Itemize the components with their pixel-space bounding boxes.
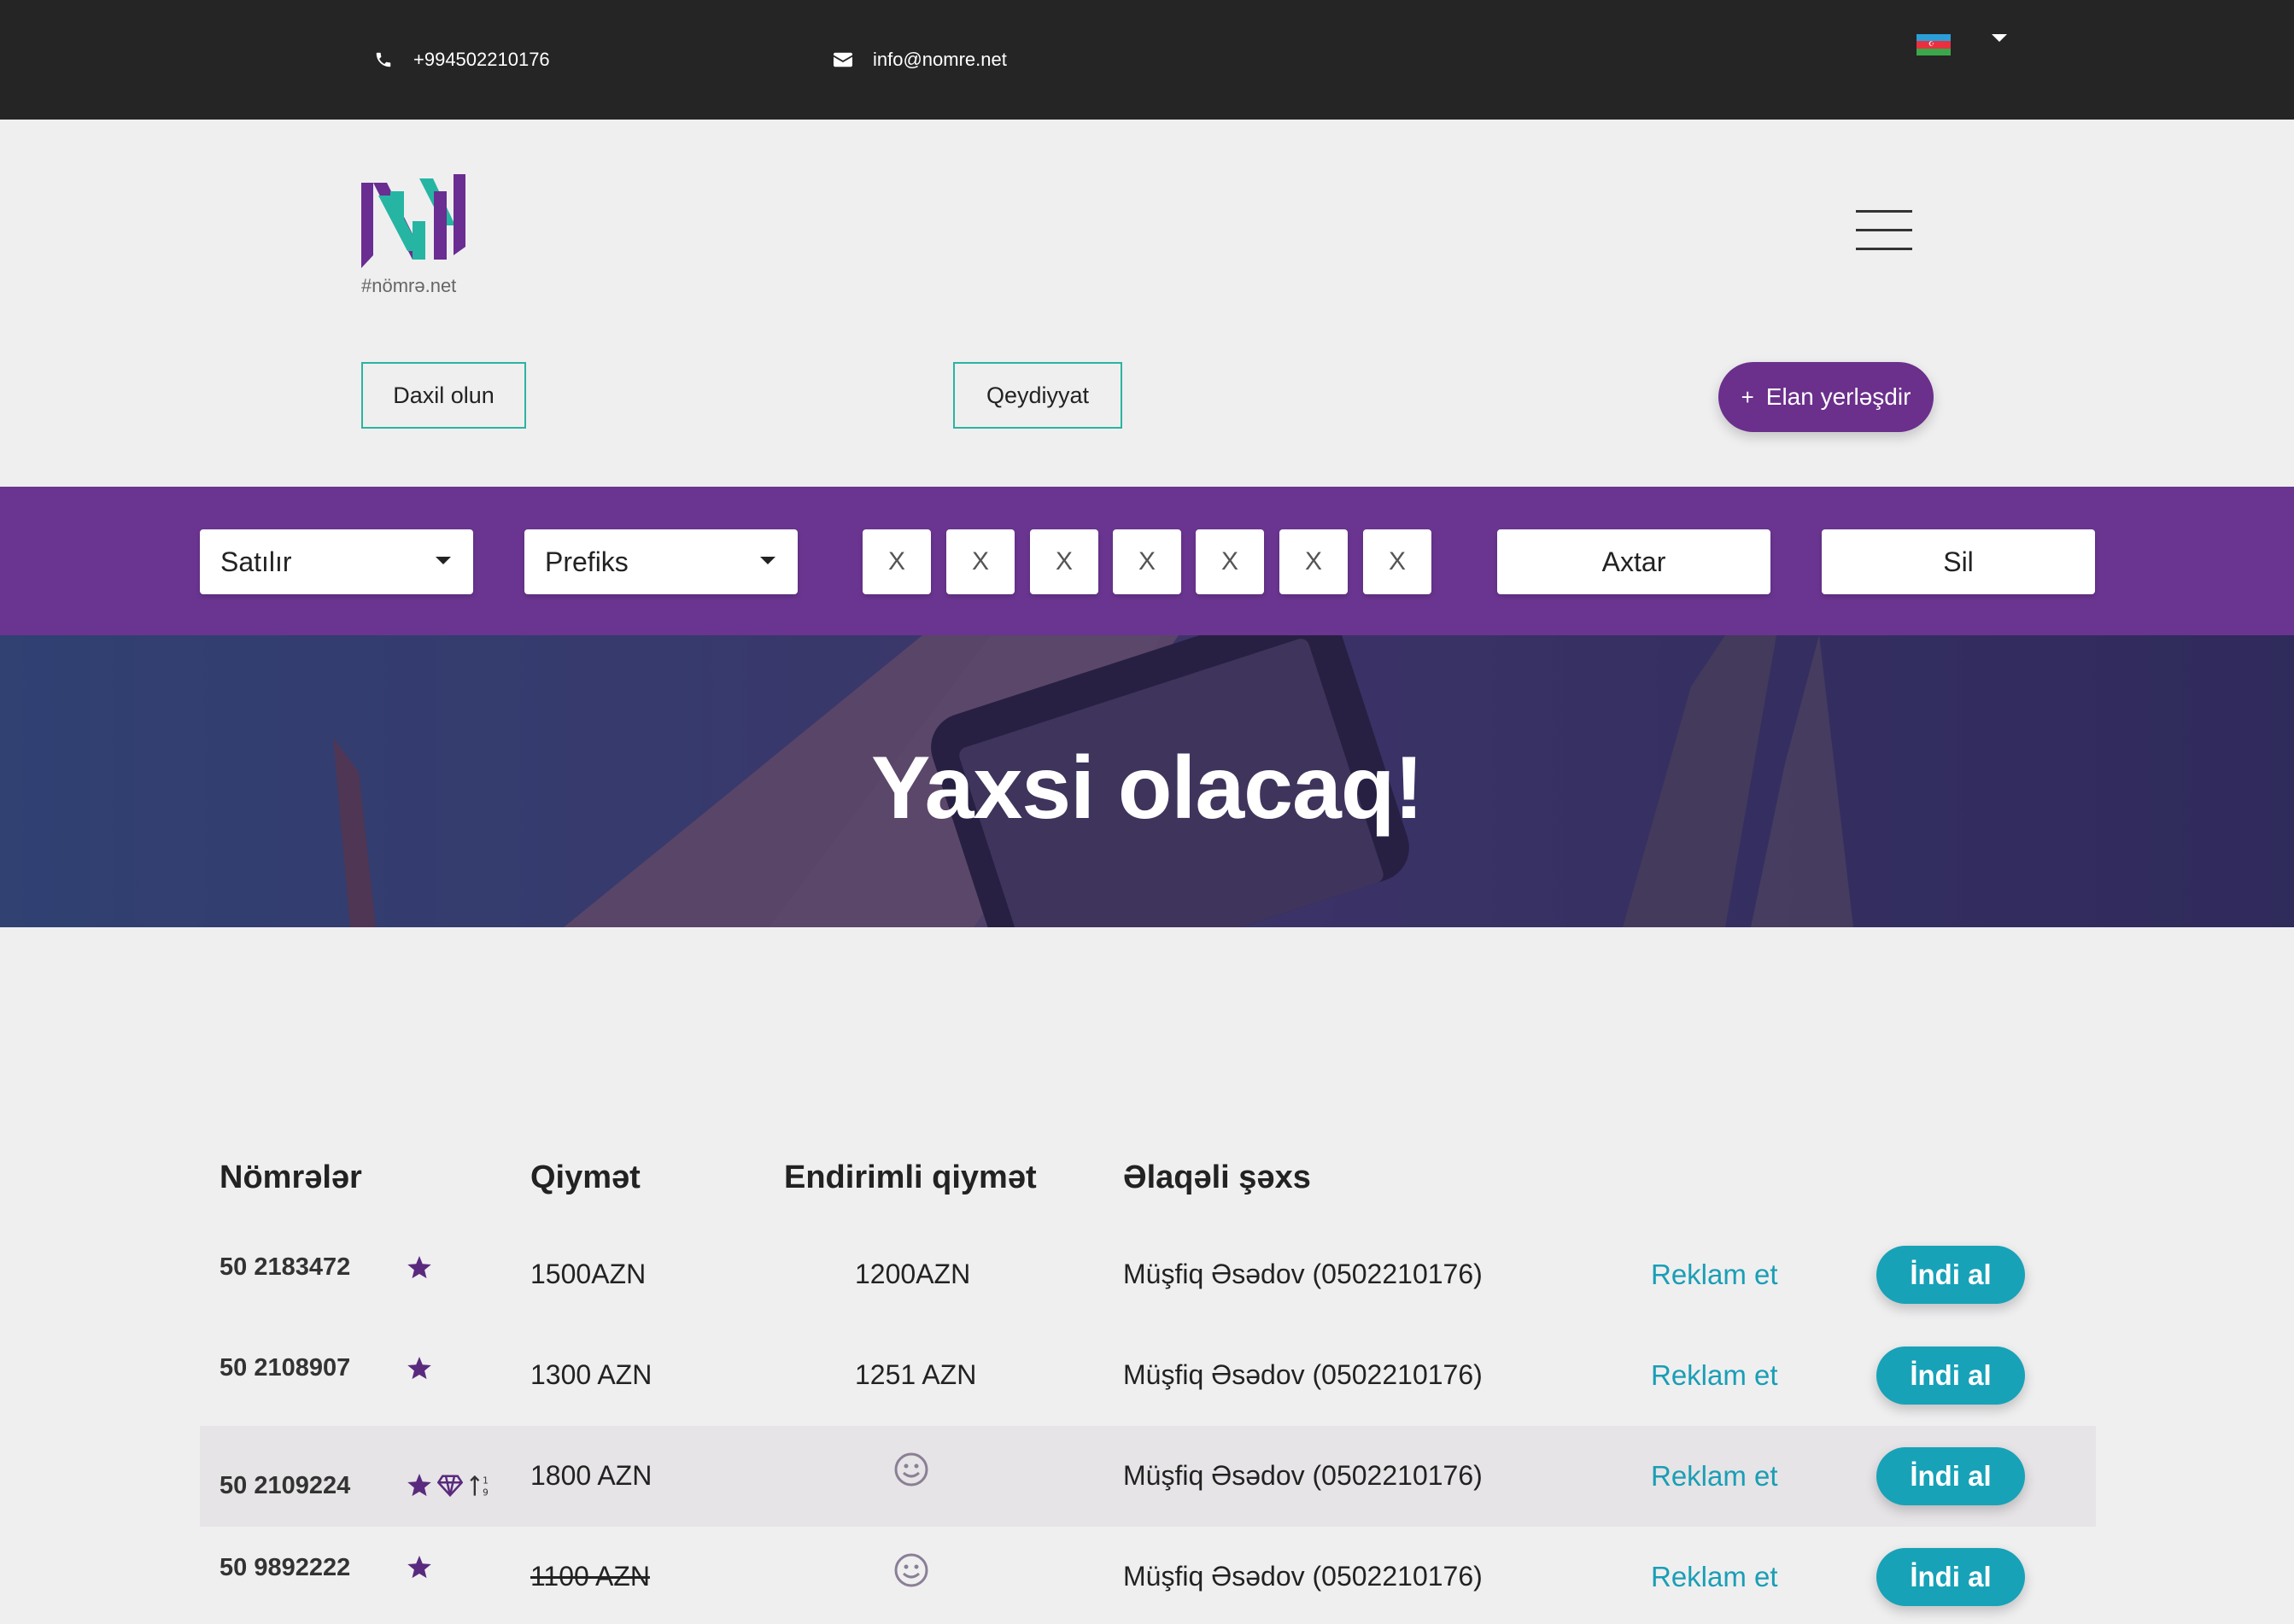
hero-title: Yaxsi olacaq! (870, 739, 1424, 838)
smiley-icon (894, 1553, 928, 1587)
digit-input-3[interactable]: X (1030, 529, 1098, 594)
phone-number-cell[interactable]: 50 9892222 (219, 1554, 350, 1582)
envelope-icon (834, 52, 852, 67)
table-row: 50 2108907 1300 AZN 1251 AZN Müşfiq Əsəd… (200, 1325, 2096, 1426)
column-header-contact: Əlaqəli şəxs (1123, 1160, 1311, 1195)
diamond-icon (437, 1475, 463, 1497)
digit-input-2[interactable]: X (946, 529, 1015, 594)
buy-now-button[interactable]: İndi al (1876, 1347, 2025, 1405)
digit-input-5[interactable]: X (1196, 529, 1264, 594)
number-badges: 19 (407, 1474, 500, 1498)
clear-button[interactable]: Sil (1822, 529, 2095, 594)
hero-banner: Yaxsi olacaq! (0, 635, 2294, 927)
prefix-value: Prefiks (545, 546, 629, 577)
contact-person-cell: Müşfiq Əsədov (0502210176) (1123, 1460, 1483, 1491)
digit-input-4[interactable]: X (1113, 529, 1181, 594)
advertise-link[interactable]: Reklam et (1651, 1460, 1778, 1493)
discount-price-cell: 1251 AZN (855, 1359, 977, 1390)
top-bar: +994502210176 info@nomre.net ☪ (0, 0, 2294, 120)
smiley-icon (894, 1452, 928, 1487)
logo-text: #nömrə.net (361, 275, 457, 296)
prefix-select[interactable]: Prefiks (524, 529, 798, 594)
column-header-numbers: Nömrələr (219, 1160, 362, 1195)
svg-text:1: 1 (483, 1476, 489, 1487)
price-cell-struck: 1100 AZN (530, 1561, 650, 1592)
star-icon (407, 1256, 431, 1279)
digit-input-6[interactable]: X (1279, 529, 1348, 594)
buy-now-button[interactable]: İndi al (1876, 1246, 2025, 1304)
listing-type-select[interactable]: Satılır (200, 529, 473, 594)
svg-text:9: 9 (483, 1488, 489, 1498)
contact-person-cell: Müşfiq Əsədov (0502210176) (1123, 1561, 1483, 1592)
star-icon (407, 1357, 431, 1380)
search-button[interactable]: Axtar (1497, 529, 1770, 594)
table-row: 50 2183472 1500AZN 1200AZN Müşfiq Əsədov… (200, 1224, 2096, 1325)
advertise-link[interactable]: Reklam et (1651, 1359, 1778, 1392)
price-cell: 1800 AZN (530, 1460, 653, 1491)
discount-price-cell: 1200AZN (855, 1259, 971, 1289)
number-badges (407, 1256, 437, 1280)
contact-person-cell: Müşfiq Əsədov (0502210176) (1123, 1259, 1483, 1289)
price-cell: 1500AZN (530, 1259, 647, 1289)
plus-icon: + (1741, 383, 1754, 410)
buy-now-button[interactable]: İndi al (1876, 1548, 2025, 1606)
phone-icon (376, 52, 391, 67)
number-badges (407, 1357, 437, 1381)
chevron-down-icon (760, 557, 775, 564)
azerbaijan-flag-icon[interactable]: ☪ (1917, 34, 1951, 55)
number-badges (407, 1556, 437, 1580)
star-icon (407, 1474, 431, 1497)
nomre-logo[interactable] (361, 174, 468, 277)
advertise-link[interactable]: Reklam et (1651, 1561, 1778, 1593)
column-header-price: Qiymət (530, 1160, 641, 1195)
phone-number-cell[interactable]: 50 2183472 (219, 1253, 350, 1282)
contact-person-cell: Müşfiq Əsədov (0502210176) (1123, 1359, 1483, 1390)
post-ad-button[interactable]: + Elan yerləşdir (1718, 362, 1934, 432)
phone-number: +994502210176 (413, 49, 550, 70)
table-row: 50 2109224 19 1800 AZN Müşfiq Əsədov (05… (200, 1426, 2096, 1527)
search-bar: Satılır Prefiks X X X X X X X Axtar Sil (0, 487, 2294, 635)
language-dropdown-caret-icon[interactable] (1992, 34, 2007, 42)
digit-input-1[interactable]: X (863, 529, 931, 594)
register-button[interactable]: Qeydiyyat (953, 362, 1122, 429)
sort-numeric-icon: 19 (470, 1475, 489, 1498)
email-address: info@nomre.net (873, 49, 1007, 70)
phone-contact[interactable]: +994502210176 (374, 49, 550, 71)
table-row: 50 9892222 1100 AZN Müşfiq Əsədov (05022… (200, 1527, 2096, 1624)
buy-now-button[interactable]: İndi al (1876, 1447, 2025, 1505)
digit-input-7[interactable]: X (1363, 529, 1431, 594)
chevron-down-icon (436, 557, 451, 564)
phone-number-cell[interactable]: 50 2109224 (219, 1472, 350, 1500)
phone-number-cell[interactable]: 50 2108907 (219, 1354, 350, 1382)
listing-type-value: Satılır (220, 546, 292, 577)
hamburger-menu-icon[interactable] (1856, 210, 1912, 253)
star-icon (407, 1556, 431, 1579)
login-button[interactable]: Daxil olun (361, 362, 526, 429)
post-ad-label: Elan yerləşdir (1765, 383, 1911, 410)
advertise-link[interactable]: Reklam et (1651, 1259, 1778, 1291)
email-contact[interactable]: info@nomre.net (834, 49, 1007, 71)
price-cell: 1300 AZN (530, 1359, 653, 1390)
column-header-discount: Endirimli qiymət (784, 1160, 1037, 1195)
